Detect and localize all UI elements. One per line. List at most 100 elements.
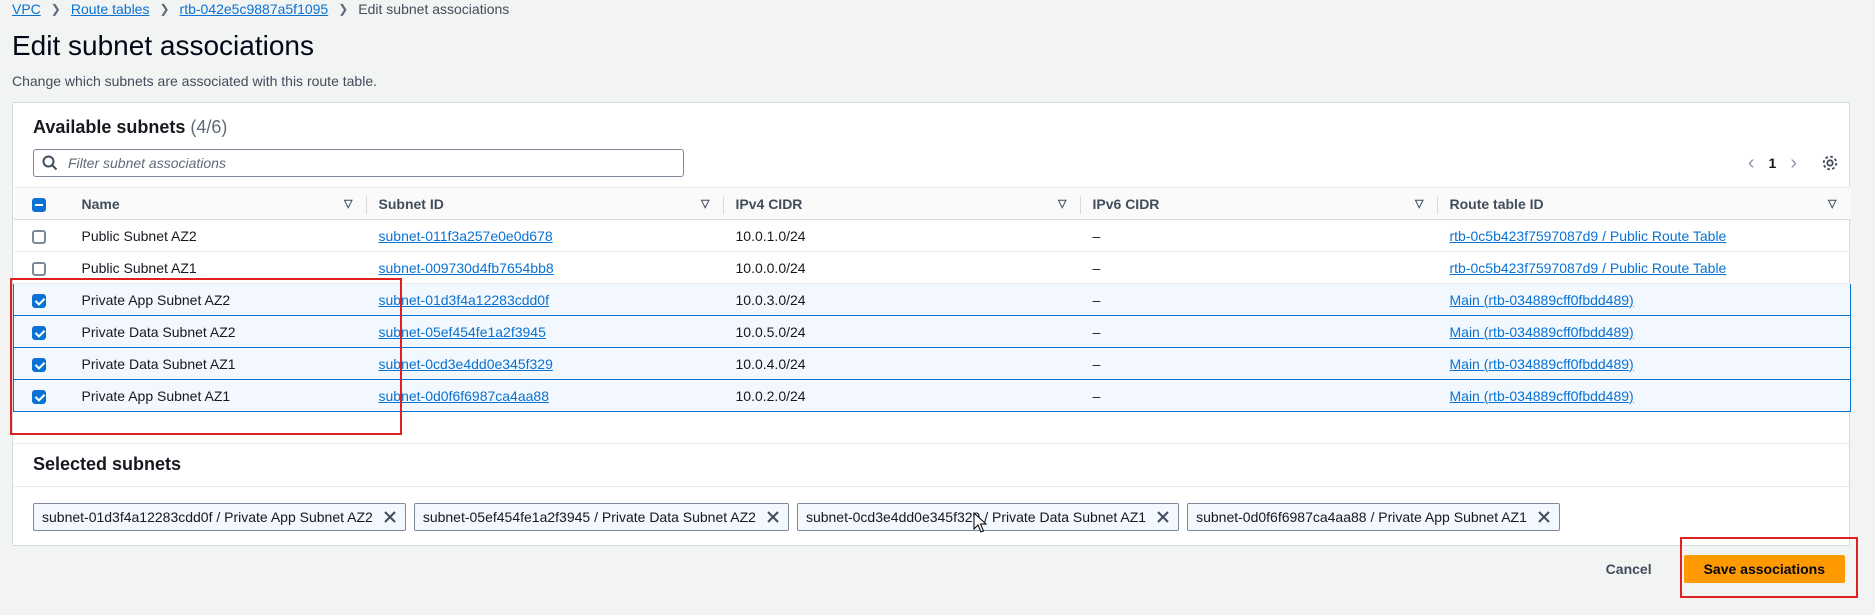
row-checkbox-cell bbox=[13, 315, 70, 348]
table-row[interactable]: Private App Subnet AZ2 subnet-01d3f4a1228… bbox=[13, 283, 1851, 316]
chevron-right-icon[interactable]: › bbox=[1790, 152, 1797, 175]
cell-ipv4-cidr: 10.0.3.0/24 bbox=[723, 283, 1081, 316]
panel-header: Available subnets (4/6) bbox=[33, 117, 227, 138]
column-header-ipv6-cidr[interactable]: IPv6 CIDR ▽ bbox=[1080, 187, 1438, 220]
close-icon[interactable] bbox=[383, 510, 397, 524]
cell-name: Private App Subnet AZ1 bbox=[69, 379, 367, 412]
subnet-id-link[interactable]: subnet-009730d4fb7654bb8 bbox=[379, 260, 554, 276]
table-row[interactable]: Public Subnet AZ1 subnet-009730d4fb7654bb… bbox=[13, 251, 1851, 284]
cell-name: Private App Subnet AZ2 bbox=[69, 283, 367, 316]
row-checkbox-cell bbox=[13, 347, 70, 380]
ipv6-cidr: – bbox=[1092, 291, 1101, 308]
pagination: ‹ 1 › bbox=[1748, 151, 1839, 175]
page-number[interactable]: 1 bbox=[1769, 155, 1777, 171]
select-all-checkbox[interactable] bbox=[31, 197, 46, 212]
cell-name: Private Data Subnet AZ2 bbox=[69, 315, 367, 348]
row-checkbox[interactable] bbox=[32, 357, 46, 372]
route-table-link[interactable]: rtb-0c5b423f7597087d9 / Public Route Tab… bbox=[1450, 260, 1727, 276]
subnet-id-link[interactable]: subnet-01d3f4a12283cdd0f bbox=[379, 292, 549, 308]
sort-down-icon[interactable]: ▽ bbox=[701, 197, 709, 210]
row-checkbox[interactable] bbox=[32, 293, 46, 308]
close-icon[interactable] bbox=[1537, 510, 1551, 524]
subnet-name: Public Subnet AZ1 bbox=[81, 259, 197, 276]
subnet-id-link[interactable]: subnet-0cd3e4dd0e345f329 bbox=[379, 356, 553, 372]
table-row[interactable]: Private App Subnet AZ1 subnet-0d0f6f6987c… bbox=[13, 379, 1851, 412]
sort-down-icon[interactable]: ▽ bbox=[344, 197, 352, 210]
ipv6-cidr: – bbox=[1092, 387, 1101, 404]
ipv4-cidr: 10.0.2.0/24 bbox=[735, 387, 806, 404]
row-checkbox-cell bbox=[13, 219, 70, 252]
cell-subnet-id: subnet-01d3f4a12283cdd0f bbox=[366, 283, 724, 316]
cell-ipv6-cidr: – bbox=[1080, 315, 1438, 348]
route-table-link[interactable]: Main (rtb-034889cff0fbdd489) bbox=[1450, 356, 1634, 372]
subnet-id-link[interactable]: subnet-05ef454fe1a2f3945 bbox=[379, 324, 546, 340]
chevron-left-icon[interactable]: ‹ bbox=[1748, 152, 1755, 175]
column-header-subnet-id[interactable]: Subnet ID ▽ bbox=[366, 187, 724, 220]
gear-icon[interactable] bbox=[1821, 154, 1839, 172]
route-table-link[interactable]: Main (rtb-034889cff0fbdd489) bbox=[1450, 292, 1634, 308]
row-checkbox[interactable] bbox=[32, 389, 46, 404]
column-label: IPv6 CIDR bbox=[1092, 195, 1160, 212]
table-row[interactable]: Private Data Subnet AZ2 subnet-05ef454fe1… bbox=[13, 315, 1851, 348]
close-icon[interactable] bbox=[1156, 510, 1170, 524]
cell-ipv4-cidr: 10.0.1.0/24 bbox=[723, 219, 1081, 252]
column-header-name[interactable]: Name ▽ bbox=[69, 187, 367, 220]
cell-ipv6-cidr: – bbox=[1080, 379, 1438, 412]
column-label: Subnet ID bbox=[378, 195, 444, 212]
cell-route-table-id: Main (rtb-034889cff0fbdd489) bbox=[1437, 347, 1851, 380]
mouse-cursor-icon bbox=[973, 512, 987, 533]
breadcrumb-route-table-id[interactable]: rtb-042e5c9887a5f1095 bbox=[180, 1, 329, 17]
sort-down-icon[interactable]: ▽ bbox=[1058, 197, 1066, 210]
cell-route-table-id: Main (rtb-034889cff0fbdd489) bbox=[1437, 315, 1851, 348]
breadcrumb-route-tables[interactable]: Route tables bbox=[71, 1, 150, 17]
cell-route-table-id: rtb-0c5b423f7597087d9 / Public Route Tab… bbox=[1437, 251, 1851, 284]
ipv6-cidr: – bbox=[1092, 323, 1101, 340]
column-header-route-table-id[interactable]: Route table ID ▽ bbox=[1437, 187, 1851, 220]
filter-box[interactable] bbox=[33, 149, 684, 177]
sort-down-icon[interactable]: ▽ bbox=[1828, 197, 1836, 210]
ipv4-cidr: 10.0.0.0/24 bbox=[735, 259, 806, 276]
cell-subnet-id: subnet-009730d4fb7654bb8 bbox=[366, 251, 724, 284]
ipv6-cidr: – bbox=[1092, 227, 1101, 244]
column-label: Route table ID bbox=[1449, 195, 1544, 212]
sort-down-icon[interactable]: ▽ bbox=[1415, 197, 1423, 210]
cell-ipv6-cidr: – bbox=[1080, 251, 1438, 284]
save-associations-button[interactable]: Save associations bbox=[1683, 555, 1845, 583]
cell-subnet-id: subnet-011f3a257e0e0d678 bbox=[366, 219, 724, 252]
ipv4-cidr: 10.0.1.0/24 bbox=[735, 227, 806, 244]
route-table-link[interactable]: Main (rtb-034889cff0fbdd489) bbox=[1450, 388, 1634, 404]
subnet-name: Public Subnet AZ2 bbox=[81, 227, 197, 244]
route-table-link[interactable]: Main (rtb-034889cff0fbdd489) bbox=[1450, 324, 1634, 340]
row-checkbox[interactable] bbox=[31, 261, 46, 276]
column-label: Name bbox=[81, 195, 120, 212]
form-actions: Cancel Save associations bbox=[1600, 555, 1845, 583]
page-description: Change which subnets are associated with… bbox=[12, 73, 377, 89]
subnet-id-link[interactable]: subnet-011f3a257e0e0d678 bbox=[379, 228, 553, 244]
filter-input[interactable] bbox=[66, 154, 666, 172]
chevron-right-icon: ❯ bbox=[338, 2, 349, 16]
cell-ipv6-cidr: – bbox=[1080, 283, 1438, 316]
table-row[interactable]: Public Subnet AZ2 subnet-011f3a257e0e0d67… bbox=[13, 219, 1851, 252]
ipv6-cidr: – bbox=[1092, 355, 1101, 372]
breadcrumb-current: Edit subnet associations bbox=[358, 1, 510, 17]
cell-ipv4-cidr: 10.0.0.0/24 bbox=[723, 251, 1081, 284]
close-icon[interactable] bbox=[766, 510, 780, 524]
subnet-id-link[interactable]: subnet-0d0f6f6987ca4aa88 bbox=[379, 388, 549, 404]
selection-count: (4/6) bbox=[190, 117, 228, 137]
route-table-link[interactable]: rtb-0c5b423f7597087d9 / Public Route Tab… bbox=[1450, 228, 1727, 244]
subnet-name: Private Data Subnet AZ2 bbox=[81, 323, 236, 340]
cell-route-table-id: Main (rtb-034889cff0fbdd489) bbox=[1437, 283, 1851, 316]
table-row[interactable]: Private Data Subnet AZ1 subnet-0cd3e4dd0e… bbox=[13, 347, 1851, 380]
token-list: subnet-01d3f4a12283cdd0f / Private App S… bbox=[33, 503, 1560, 531]
cell-ipv6-cidr: – bbox=[1080, 347, 1438, 380]
row-checkbox[interactable] bbox=[32, 325, 46, 340]
breadcrumb-vpc[interactable]: VPC bbox=[12, 1, 41, 17]
row-checkbox-cell bbox=[13, 283, 70, 316]
column-header-ipv4-cidr[interactable]: IPv4 CIDR ▽ bbox=[723, 187, 1081, 220]
ipv4-cidr: 10.0.3.0/24 bbox=[735, 291, 806, 308]
cell-route-table-id: Main (rtb-034889cff0fbdd489) bbox=[1437, 379, 1851, 412]
row-checkbox[interactable] bbox=[31, 229, 46, 244]
token-label: subnet-05ef454fe1a2f3945 / Private Data … bbox=[422, 509, 756, 525]
cell-ipv4-cidr: 10.0.4.0/24 bbox=[723, 347, 1081, 380]
cancel-button[interactable]: Cancel bbox=[1600, 560, 1658, 578]
